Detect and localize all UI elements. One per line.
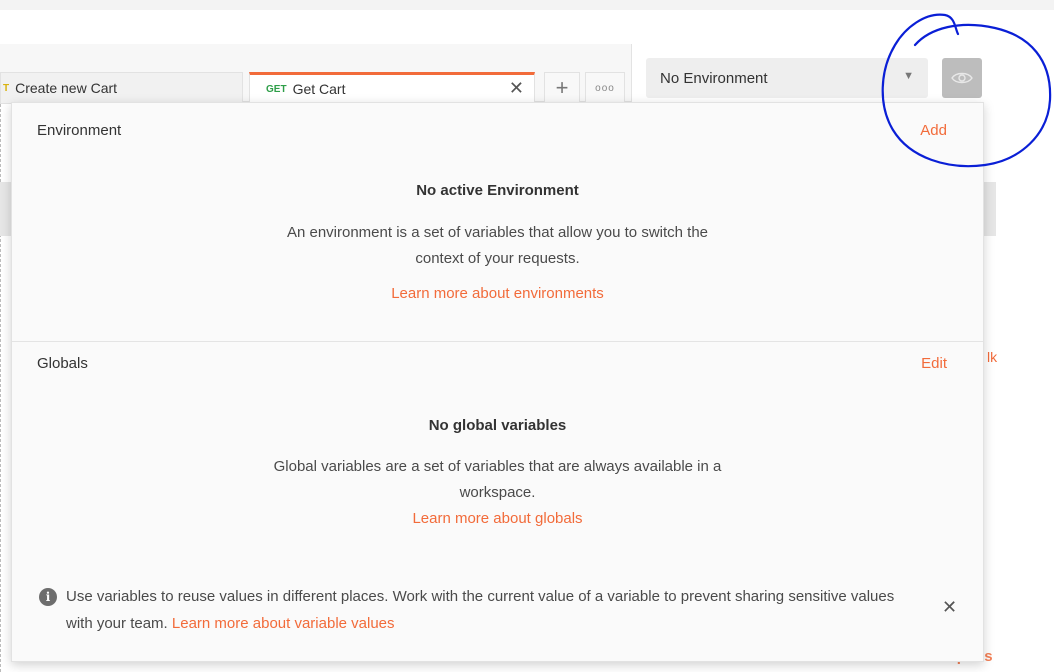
learn-variable-values-link[interactable]: Learn more about variable values [172,615,395,632]
globals-section-title: Globals [37,355,88,372]
edit-globals-link[interactable]: Edit [921,355,947,372]
chevron-down-icon: ▼ [903,70,914,82]
more-tabs-button[interactable]: ooo [585,72,625,104]
no-globals-heading: No global variables [428,417,567,434]
close-icon[interactable]: ✕ [509,78,524,99]
add-environment-link[interactable]: Add [920,122,947,139]
environment-quick-look-panel: Environment Add No active Environment An… [11,102,984,662]
left-edge [0,44,4,672]
tab-method: T [3,82,10,94]
background-toolbar [0,182,11,236]
learn-globals-link[interactable]: Learn more about globals [12,510,983,527]
environment-description-line2: context of your requests. [415,250,580,267]
divider [631,44,632,102]
new-tab-button[interactable]: + [544,72,580,104]
tab-label: Create new Cart [15,80,118,96]
environment-select[interactable]: No Environment ▼ [646,58,928,98]
info-icon: i [39,588,57,606]
no-environment-heading: No active Environment [416,182,579,199]
environment-select-value: No Environment [660,70,768,87]
eye-icon [951,72,973,84]
background-toolbar [984,182,996,236]
info-message: Use variables to reuse values in differe… [66,583,896,637]
environment-section-title: Environment [37,122,122,139]
environment-description-line1: An environment is a set of variables tha… [286,224,709,241]
close-icon[interactable]: ✕ [942,597,957,618]
tab-method: GET [266,83,287,95]
tab-get-cart[interactable]: GET Get Cart ✕ [249,72,535,104]
globals-description-line2: workspace. [459,484,536,501]
top-strip [0,0,1054,10]
tab-create-new-cart[interactable]: T Create new Cart [0,72,243,104]
environment-quick-look-button[interactable] [942,58,982,98]
divider [12,341,983,342]
globals-description-line1: Global variables are a set of variables … [273,458,722,475]
background-text: lk [987,349,998,365]
learn-environments-link[interactable]: Learn more about environments [12,285,983,302]
tab-label: Get Cart [292,81,346,97]
